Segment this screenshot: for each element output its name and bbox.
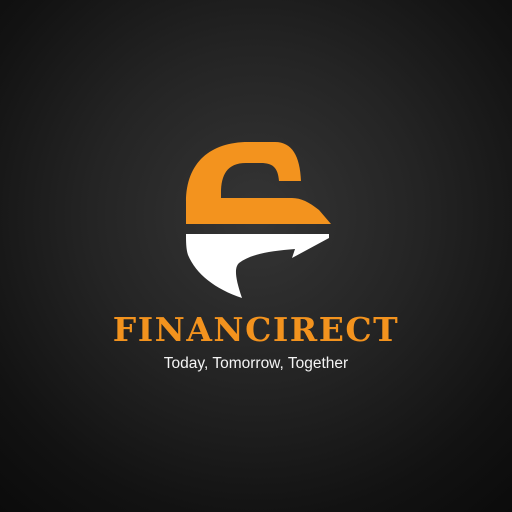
brand-name: FINANCIRECT [112, 310, 400, 349]
logo-lower-white-arrow-shape [186, 234, 329, 298]
financirect-logo-mark-icon [186, 142, 331, 298]
logo-lockup: FINANCIRECT Today, Tomorrow, Together [0, 0, 512, 512]
brand-tagline: Today, Tomorrow, Together [163, 355, 349, 372]
logo-upper-orange-shape [186, 142, 331, 224]
